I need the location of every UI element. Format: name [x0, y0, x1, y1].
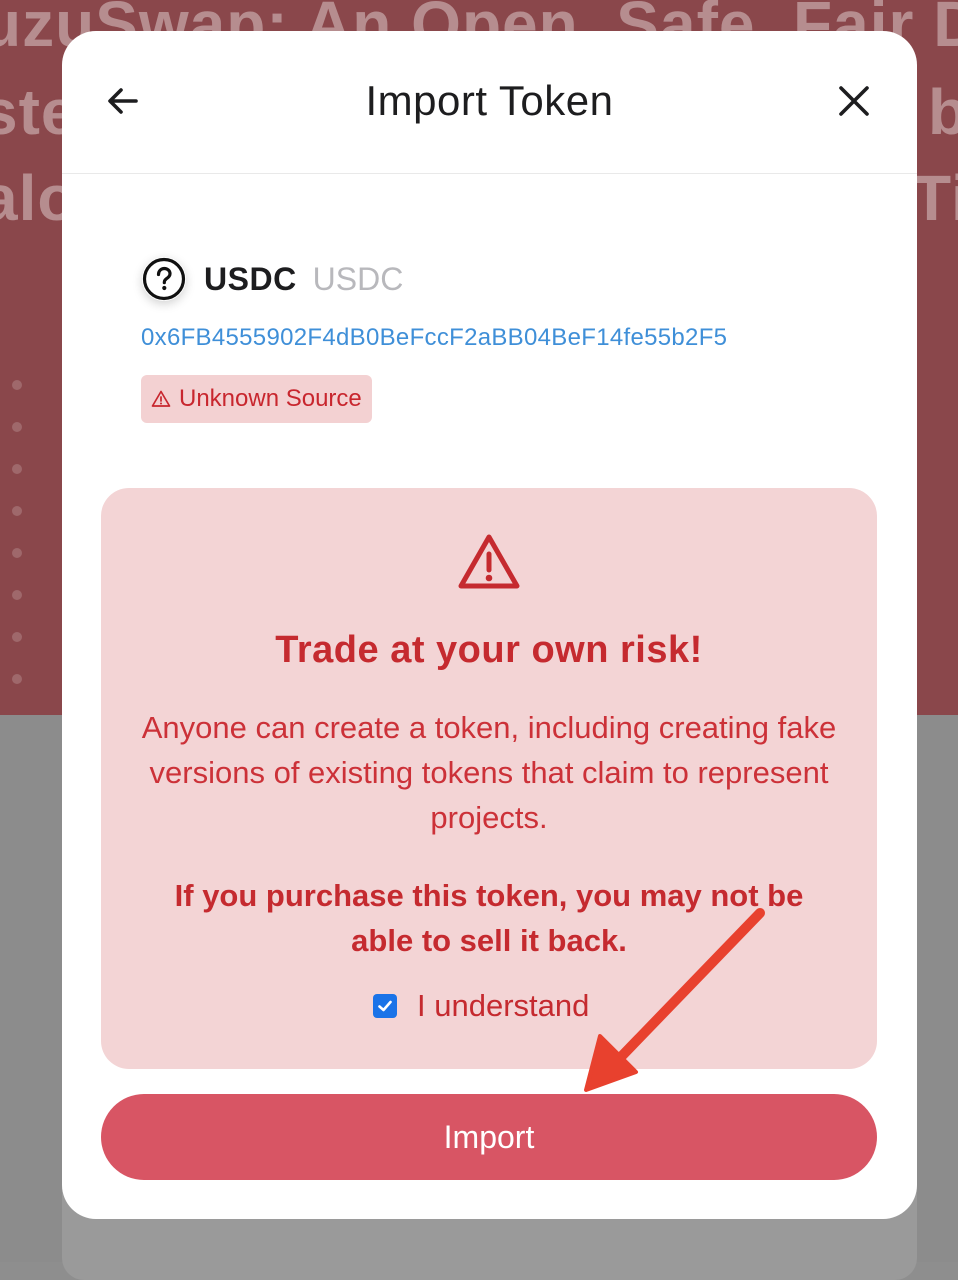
understand-label: I understand: [417, 988, 590, 1023]
background-fragment-1: b: [928, 76, 958, 148]
token-symbol: USDC: [204, 260, 297, 297]
close-button[interactable]: [832, 79, 876, 123]
warning-bold-text: If you purchase this token, you may not …: [174, 878, 804, 958]
token-address-link[interactable]: 0x6FB4555902F4dB0BeFccF2aBB04BeF14fe55b2…: [141, 324, 727, 352]
modal-title: Import Token: [365, 77, 614, 124]
understand-checkbox-row[interactable]: I understand: [373, 988, 589, 1024]
warning-small-icon: [151, 389, 171, 409]
warning-triangle-icon: [457, 532, 521, 597]
background-fragment-2: Ti: [912, 162, 958, 234]
import-token-modal: Import Token USDC USDC 0x6FB4555902F4dB0…: [62, 31, 917, 1219]
token-name: USDC: [312, 260, 404, 297]
import-button[interactable]: Import: [101, 1094, 877, 1180]
modal-header: Import Token: [62, 31, 917, 174]
unknown-source-badge: Unknown Source: [141, 375, 372, 423]
close-icon: [839, 86, 869, 116]
question-circle-icon: [142, 257, 186, 301]
warning-body: Anyone can create a token, including cre…: [141, 710, 837, 835]
checkmark-icon: [378, 1000, 392, 1012]
source-badge-label: Unknown Source: [179, 385, 362, 412]
token-info-row: USDC USDC: [142, 253, 403, 305]
understand-checkbox[interactable]: [373, 994, 397, 1018]
risk-warning-box: Trade at your own risk! Anyone can creat…: [101, 488, 877, 1069]
warning-title: Trade at your own risk!: [275, 629, 703, 671]
